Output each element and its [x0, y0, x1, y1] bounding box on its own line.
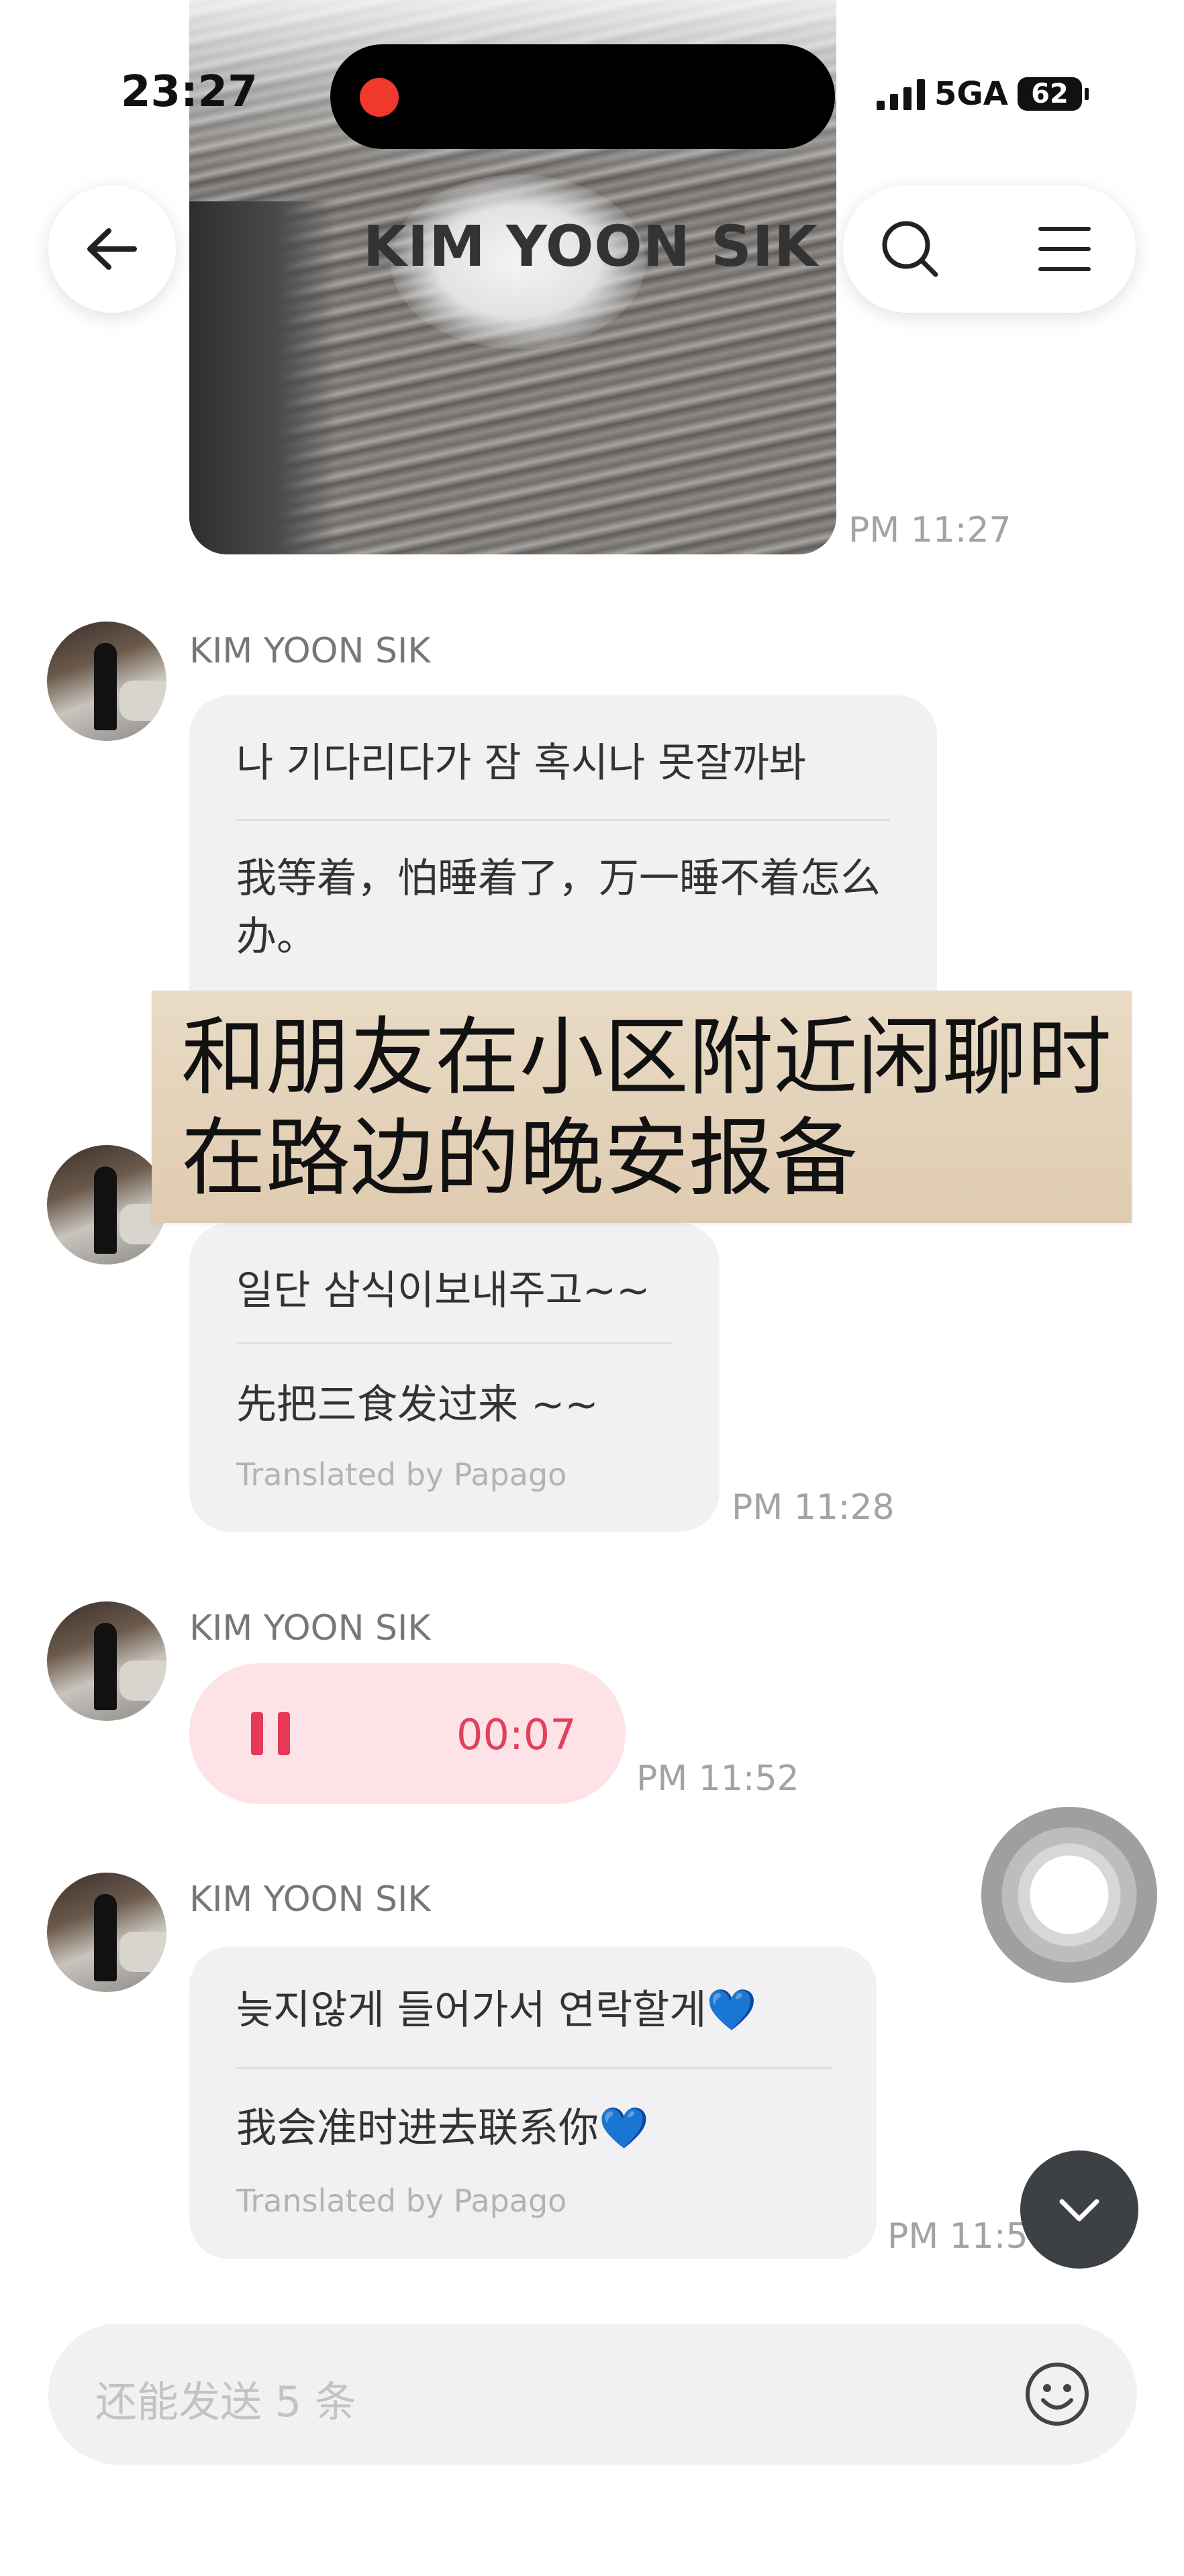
message-input[interactable]: 还能发送 5 条 — [48, 2324, 1137, 2465]
sender-name: KIM YOON SIK — [189, 1608, 431, 1648]
message-timestamp: PM 11:52 — [636, 1758, 799, 1799]
message-bubble[interactable]: 일단 삼식이보내주고~~ 先把三食发过来 ~~ Translated by Pa… — [189, 1223, 720, 1532]
message-original: 일단 삼식이보내주고~~ — [236, 1267, 650, 1314]
message-translation: 先把三食发过来 ~~ — [236, 1381, 599, 1428]
avatar-car — [119, 1932, 166, 1972]
back-button[interactable] — [48, 185, 176, 313]
message-bubble[interactable]: 늦지않게 들어가서 연락할게💙 我会准时进去联系你💙 Translated by… — [189, 1946, 877, 2259]
avatar-car — [119, 1661, 166, 1701]
message-timestamp: PM 11:28 — [732, 1487, 895, 1528]
overlay-caption-card: 和朋友在小区附近闲聊时 在路边的晚安报备 — [152, 991, 1132, 1223]
input-placeholder: 还能发送 5 条 — [95, 2377, 356, 2426]
chevron-down-icon — [1059, 2199, 1099, 2222]
scroll-to-bottom-button[interactable] — [1020, 2150, 1138, 2269]
back-arrow-icon — [87, 228, 137, 270]
status-indicators: 5GA 62 — [877, 74, 1089, 114]
avatar-person — [94, 643, 117, 730]
floating-assistive-button[interactable] — [981, 1807, 1157, 1983]
message-translation: 我会准时进去联系你💙 — [236, 2105, 649, 2152]
voice-duration: 00:07 — [456, 1710, 577, 1759]
search-button[interactable] — [877, 215, 944, 283]
message-timestamp: PM 11:5 — [887, 2216, 1028, 2257]
avatar-car — [119, 681, 166, 721]
battery-level: 62 — [1031, 79, 1069, 109]
search-icon — [882, 221, 938, 277]
dynamic-island — [330, 44, 835, 149]
message-original: 늦지않게 들어가서 연락할게💙 — [236, 1987, 757, 2034]
sender-name: KIM YOON SIK — [189, 631, 431, 671]
translated-by-label: Translated by Papago — [236, 2183, 567, 2219]
sender-name: KIM YOON SIK — [189, 1879, 431, 1920]
recording-dot-icon — [360, 78, 399, 117]
chat-title: KIM YOON SIK — [362, 213, 819, 279]
avatar[interactable] — [47, 1873, 166, 1992]
menu-icon — [1038, 227, 1091, 271]
overlay-caption-line1: 和朋友在小区附近闲聊时 — [181, 1008, 1112, 1107]
avatar[interactable] — [47, 1601, 166, 1721]
status-time: 23:27 — [121, 67, 258, 117]
message-translation: 我等着，怕睡着了，万一睡不着怎么办。 — [236, 855, 881, 960]
header-actions — [843, 185, 1136, 313]
avatar[interactable] — [47, 622, 166, 741]
voice-message[interactable]: 00:07 — [189, 1663, 626, 1804]
divider — [236, 2067, 832, 2069]
signal-icon — [877, 78, 925, 110]
battery-icon: 62 — [1017, 77, 1089, 111]
translated-by-label: Translated by Papago — [236, 1456, 567, 1493]
photo-timestamp: PM 11:27 — [848, 510, 1012, 550]
avatar-person — [94, 1894, 117, 1981]
pause-icon[interactable] — [251, 1712, 290, 1755]
overlay-caption-line2: 在路边的晚安报备 — [181, 1109, 858, 1207]
avatar[interactable] — [47, 1145, 166, 1265]
divider — [236, 819, 890, 821]
avatar-person — [94, 1167, 117, 1254]
avatar-person — [94, 1623, 117, 1710]
smiley-icon — [1026, 2363, 1089, 2426]
network-type: 5GA — [934, 75, 1008, 113]
message-original: 나 기다리다가 잠 혹시나 못잘까봐 — [236, 740, 807, 787]
emoji-button[interactable] — [1022, 2359, 1093, 2430]
photo-shadow — [189, 201, 337, 554]
menu-button[interactable] — [1031, 215, 1098, 283]
divider — [236, 1342, 673, 1344]
